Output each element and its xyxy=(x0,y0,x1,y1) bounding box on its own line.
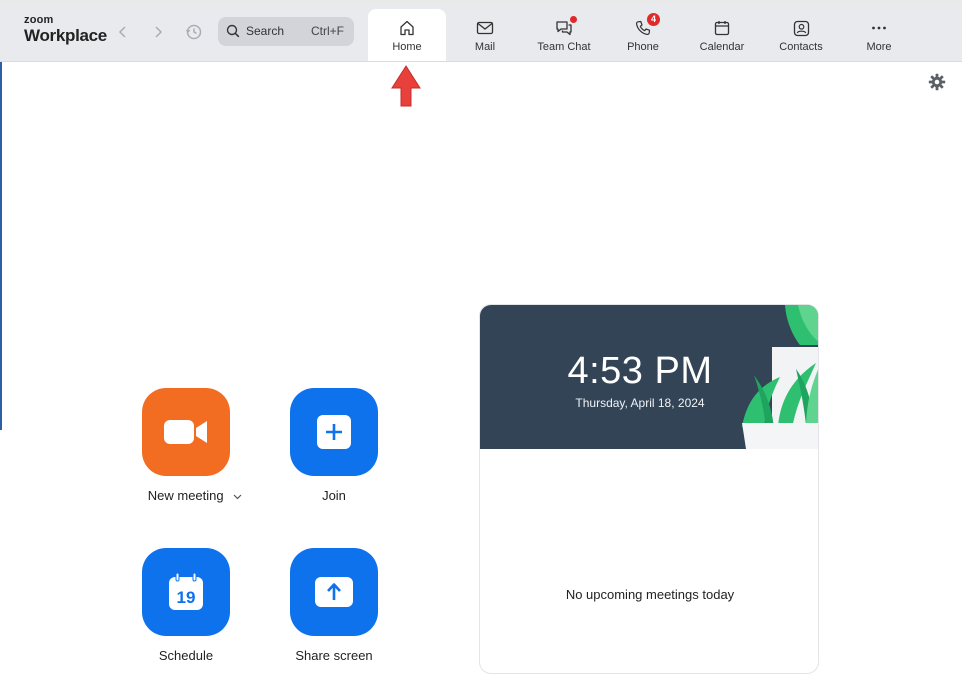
new-meeting-label-row[interactable]: New meeting xyxy=(142,488,248,503)
no-meetings-message: No upcoming meetings today xyxy=(565,587,735,602)
tab-mail[interactable]: Mail xyxy=(446,9,524,61)
window-edge xyxy=(0,60,2,430)
current-time: 4:53 PM xyxy=(567,350,713,392)
new-meeting-label: New meeting xyxy=(147,488,224,503)
share-screen-label: Share screen xyxy=(295,648,373,663)
join-label: Join xyxy=(322,488,346,503)
tab-label: Calendar xyxy=(699,41,745,53)
video-camera-icon xyxy=(164,420,207,444)
settings-button[interactable] xyxy=(928,73,946,96)
more-icon xyxy=(872,26,886,30)
tab-contacts[interactable]: Contacts xyxy=(762,9,840,61)
history-button[interactable] xyxy=(184,22,204,42)
gear-icon xyxy=(928,73,946,91)
join-button[interactable] xyxy=(290,388,378,476)
zoom-workplace-logo: zoom Workplace xyxy=(24,14,107,46)
upcoming-meetings-card: 4:53 PM Thursday, April 18, 2024 No upco… xyxy=(479,304,819,674)
share-screen-button[interactable] xyxy=(290,548,378,636)
schedule-label: Schedule xyxy=(158,648,214,663)
tab-label: Home xyxy=(392,41,422,53)
forward-button[interactable] xyxy=(148,22,168,42)
logo-brand-name: Workplace xyxy=(24,26,107,45)
tab-label: Contacts xyxy=(779,41,823,53)
calendar-icon: 19 xyxy=(169,572,203,610)
tab-label: More xyxy=(866,41,892,53)
clock-banner: 4:53 PM Thursday, April 18, 2024 xyxy=(480,305,818,449)
schedule-icon-day: 19 xyxy=(177,588,196,607)
plus-icon xyxy=(317,415,351,449)
schedule-button[interactable]: 19 xyxy=(142,548,230,636)
search-shortcut: Ctrl+F xyxy=(311,24,344,38)
logo-brand-small: zoom xyxy=(24,14,54,26)
phone-badge: 4 xyxy=(647,13,660,26)
chevron-down-icon xyxy=(233,494,242,499)
tab-team-chat[interactable]: Team Chat xyxy=(525,9,603,61)
tab-label: Team Chat xyxy=(537,41,591,53)
share-arrow-icon xyxy=(315,577,353,607)
tab-label: Phone xyxy=(627,41,659,53)
tab-calendar[interactable]: Calendar xyxy=(683,9,761,61)
new-meeting-button[interactable] xyxy=(142,388,230,476)
calendar-icon xyxy=(714,21,730,36)
back-button[interactable] xyxy=(113,22,133,42)
tab-more[interactable]: More xyxy=(840,9,918,61)
search-icon xyxy=(226,24,240,38)
tab-label: Mail xyxy=(474,41,496,53)
current-date: Thursday, April 18, 2024 xyxy=(575,396,705,410)
chevron-left-icon xyxy=(118,26,126,38)
search-box[interactable]: Search Ctrl+F xyxy=(218,17,354,46)
chevron-right-icon xyxy=(155,26,163,38)
history-icon xyxy=(185,24,202,40)
arrow-up-icon xyxy=(391,65,421,107)
home-icon xyxy=(400,20,414,36)
contacts-icon xyxy=(793,20,809,36)
mail-icon xyxy=(476,21,494,35)
tab-home[interactable]: Home xyxy=(368,9,446,61)
unread-dot xyxy=(570,16,577,23)
annotation-arrow xyxy=(390,64,422,113)
top-navigation-bar: zoom Workplace Search Ctrl+F Home Mail T… xyxy=(0,3,962,62)
search-label: Search xyxy=(246,24,285,38)
tab-phone[interactable]: 4 Phone xyxy=(604,9,682,61)
